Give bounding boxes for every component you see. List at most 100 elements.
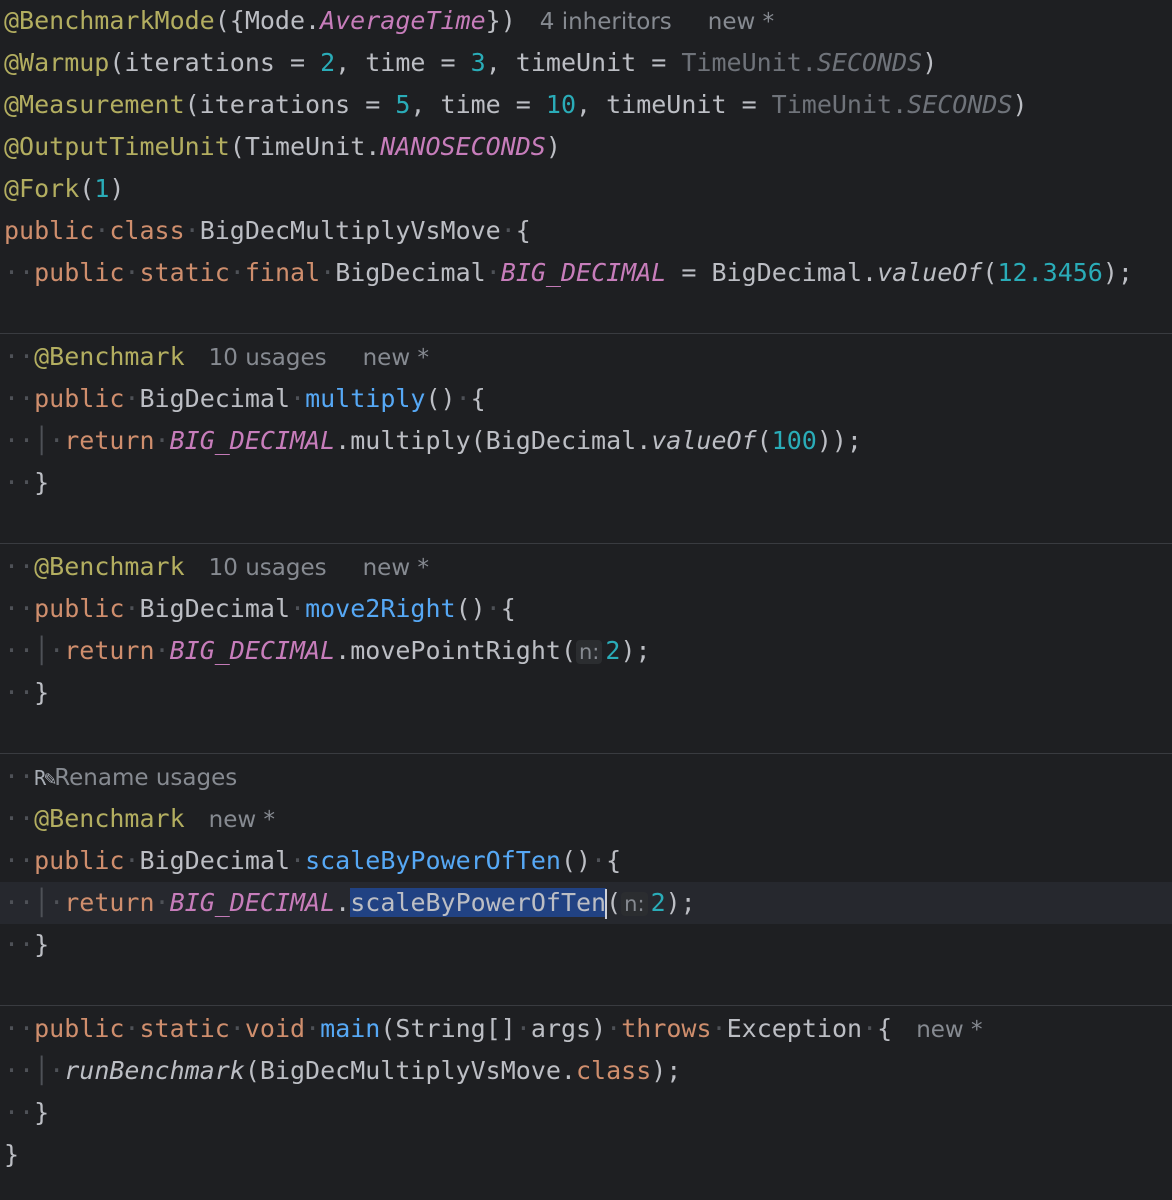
- code-line-23[interactable]: }: [0, 1134, 1172, 1176]
- code-line-10[interactable]: ··│·return·BIG_DECIMAL.multiply(BigDecim…: [0, 420, 1172, 462]
- annotation-measurement[interactable]: @Measurement: [4, 90, 185, 119]
- code-line-3[interactable]: @Measurement(iterations = 5, time = 10, …: [0, 84, 1172, 126]
- whitespace-dot: ·: [124, 594, 140, 623]
- code-line-6[interactable]: public·class·BigDecMultiplyVsMove·{: [0, 210, 1172, 252]
- whitespace-dot: ·: [500, 216, 516, 245]
- annotation-benchmark[interactable]: @Benchmark: [34, 804, 185, 833]
- method-declaration[interactable]: multiply: [305, 384, 425, 413]
- rename-icon[interactable]: R✎: [34, 766, 56, 790]
- indent-guide: ··: [4, 1098, 35, 1127]
- code-line-13[interactable]: ··public·BigDecimal·move2Right()·{: [0, 588, 1172, 630]
- number-literal: 1: [94, 174, 110, 203]
- code-line-2[interactable]: @Warmup(iterations = 2, time = 3, timeUn…: [0, 42, 1172, 84]
- code-line-15[interactable]: ··}: [0, 672, 1172, 714]
- class-name[interactable]: BigDecMultiplyVsMove: [200, 216, 501, 245]
- annotation-benchmark[interactable]: @Benchmark: [34, 552, 185, 581]
- code-text: .movePointRight(: [335, 636, 576, 665]
- whitespace-dot: ·: [606, 1014, 622, 1043]
- code-line-14[interactable]: ··│·return·BIG_DECIMAL.movePointRight(n:…: [0, 630, 1172, 672]
- author-hint[interactable]: new *: [363, 345, 429, 371]
- usages-hint[interactable]: 10 usages: [209, 555, 327, 581]
- code-text: .: [335, 888, 351, 917]
- author-hint[interactable]: new *: [209, 807, 275, 833]
- keyword: class: [575, 1056, 652, 1085]
- usages-hint[interactable]: 10 usages: [209, 345, 327, 371]
- indent-guide: ··: [4, 846, 35, 875]
- annotation-fork[interactable]: @Fork: [4, 174, 79, 203]
- annotation-warmup[interactable]: @Warmup: [4, 48, 109, 77]
- code-line-9[interactable]: ··public·BigDecimal·multiply()·{: [0, 378, 1172, 420]
- type-name[interactable]: BigDecimal: [139, 384, 290, 413]
- type-name[interactable]: BigDecimal: [139, 594, 290, 623]
- enum-constant[interactable]: AverageTime: [320, 6, 486, 35]
- code-text: (: [982, 258, 998, 287]
- indent-guide: ··: [4, 930, 35, 959]
- author-hint[interactable]: new *: [708, 9, 774, 35]
- code-text: (): [425, 384, 456, 413]
- rename-usages-line[interactable]: ··R✎Rename usages: [0, 756, 1172, 798]
- whitespace-dot: ·: [154, 888, 170, 917]
- code-line-5[interactable]: @Fork(1): [0, 168, 1172, 210]
- type-name[interactable]: Exception: [727, 1014, 862, 1043]
- indent-guide: ··: [4, 1014, 35, 1043]
- code-text: );: [651, 1056, 682, 1085]
- enum-constant[interactable]: NANOSECONDS: [380, 132, 546, 161]
- code-text: {: [877, 1014, 893, 1043]
- code-text: (iterations: [184, 90, 351, 119]
- constant-field[interactable]: BIG_DECIMAL: [170, 636, 336, 665]
- indent-guide: ··│·: [4, 1056, 65, 1085]
- keyword: public: [34, 594, 125, 623]
- code-text: ): [922, 48, 938, 77]
- keyword: public: [34, 846, 125, 875]
- method-separator: [0, 543, 1172, 544]
- type-name[interactable]: BigDecimal: [335, 258, 486, 287]
- code-line-16[interactable]: ··@Benchmark new *: [0, 798, 1172, 840]
- keyword: public: [4, 216, 95, 245]
- constant-field[interactable]: BIG_DECIMAL: [501, 258, 667, 287]
- code-editor[interactable]: @BenchmarkMode({Mode.AverageTime}) 4 inhe…: [0, 0, 1172, 1200]
- code-text: .multiply(BigDecimal.: [335, 426, 652, 455]
- whitespace-dot: ·: [229, 258, 245, 287]
- inheritors-hint[interactable]: 4 inheritors: [540, 9, 672, 35]
- code-line-1[interactable]: @BenchmarkMode({Mode.AverageTime}) 4 inhe…: [0, 0, 1172, 42]
- code-line-20[interactable]: ··public·static·void·main(String[]·args)…: [0, 1008, 1172, 1050]
- selected-text[interactable]: scaleByPowerOfTen: [350, 888, 607, 917]
- rename-usages-hint[interactable]: Rename usages: [54, 765, 237, 791]
- code-text: , timeUnit: [485, 48, 637, 77]
- code-text: (TimeUnit.: [229, 132, 381, 161]
- static-method[interactable]: runBenchmark: [64, 1056, 245, 1085]
- keyword: public: [34, 1014, 125, 1043]
- code-text: = BigDecimal.: [666, 258, 878, 287]
- code-line-7[interactable]: ··public·static·final·BigDecimal·BIG_DEC…: [0, 252, 1172, 294]
- code-line-19[interactable]: ··}: [0, 924, 1172, 966]
- code-text: }): [485, 6, 516, 35]
- indent-guide: ··│·: [4, 636, 65, 665]
- code-line-17[interactable]: ··public·BigDecimal·scaleByPowerOfTen()·…: [0, 840, 1172, 882]
- keyword: return: [64, 888, 155, 917]
- method-declaration[interactable]: scaleByPowerOfTen: [305, 846, 561, 875]
- code-line-21[interactable]: ··│·runBenchmark(BigDecMultiplyVsMove.cl…: [0, 1050, 1172, 1092]
- code-text: (iterations: [109, 48, 275, 77]
- code-text: ));: [816, 426, 862, 455]
- constant-field[interactable]: BIG_DECIMAL: [170, 426, 336, 455]
- method-separator: [0, 1005, 1172, 1006]
- code-line-4[interactable]: @OutputTimeUnit(TimeUnit.NANOSECONDS): [0, 126, 1172, 168]
- code-line-8[interactable]: ··@Benchmark 10 usages new *: [0, 336, 1172, 378]
- annotation-outputtimeunit[interactable]: @OutputTimeUnit: [4, 132, 230, 161]
- static-method[interactable]: valueOf: [651, 426, 756, 455]
- code-line-22[interactable]: ··}: [0, 1092, 1172, 1134]
- code-text: , timeUnit: [576, 90, 727, 119]
- code-text: , time: [410, 90, 501, 119]
- method-declaration[interactable]: move2Right: [305, 594, 456, 623]
- method-declaration[interactable]: main: [320, 1014, 380, 1043]
- author-hint[interactable]: new *: [916, 1017, 982, 1043]
- annotation-benchmark[interactable]: @Benchmark: [34, 342, 185, 371]
- author-hint[interactable]: new *: [363, 555, 429, 581]
- code-line-18-current[interactable]: ··│·return·BIG_DECIMAL.scaleByPowerOfTen…: [0, 882, 1172, 924]
- code-line-11[interactable]: ··}: [0, 462, 1172, 504]
- annotation-benchmarkmode[interactable]: @BenchmarkMode: [4, 6, 215, 35]
- code-line-12[interactable]: ··@Benchmark 10 usages new *: [0, 546, 1172, 588]
- constant-field[interactable]: BIG_DECIMAL: [170, 888, 336, 917]
- static-method[interactable]: valueOf: [877, 258, 982, 287]
- type-name[interactable]: BigDecimal: [139, 846, 290, 875]
